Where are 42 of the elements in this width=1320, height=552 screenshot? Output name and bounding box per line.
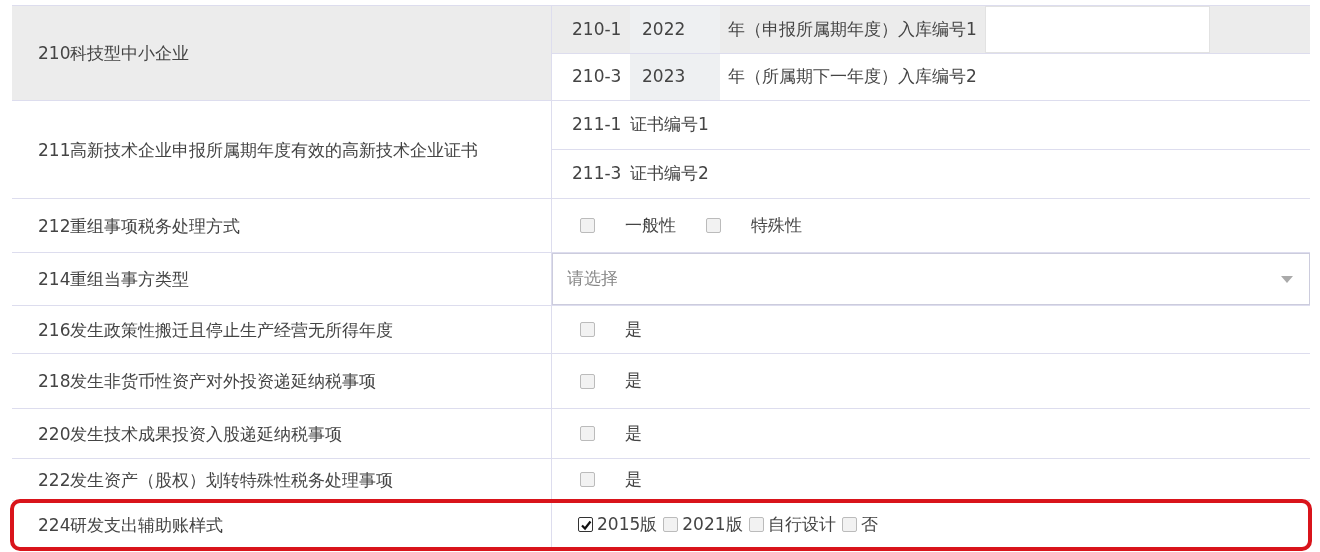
checkbox[interactable] <box>578 517 593 532</box>
checkbox[interactable] <box>580 322 595 337</box>
year-field[interactable]: 2022 <box>630 6 720 53</box>
row-label: 224研发支出辅助账样式 <box>37 513 225 537</box>
item-label: 证书编号2 <box>630 162 709 186</box>
row-label: 222发生资产（股权）划转特殊性税务处理事项 <box>37 468 395 492</box>
item-code: 211-1 <box>572 113 623 137</box>
option-label: 一般性 <box>625 213 676 237</box>
row-label: 212重组事项税务处理方式 <box>37 214 242 238</box>
row-label: 216发生政策性搬迁且停止生产经营无所得年度 <box>37 318 395 342</box>
row-label: 210科技型中小企业 <box>37 42 191 65</box>
checkbox[interactable] <box>841 517 857 532</box>
item-label: 年（申报所属期年度）入库编号1 <box>728 17 977 41</box>
checkbox[interactable] <box>580 373 595 389</box>
option-label: 2015版 <box>597 512 658 536</box>
select-field[interactable]: 请选择 <box>552 253 1310 305</box>
option-label: 是 <box>625 317 642 341</box>
item-label: 年（所属期下一年度）入库编号2 <box>728 65 977 88</box>
item-code: 210-3 <box>572 65 623 88</box>
option-label: 特殊性 <box>751 213 802 237</box>
option-label: 是 <box>625 467 642 491</box>
option-label: 2021版 <box>682 512 743 536</box>
row-label: 214重组当事方类型 <box>37 268 191 291</box>
option-label: 自行设计 <box>767 512 836 536</box>
input-field[interactable] <box>984 6 1210 53</box>
row-label: 218发生非货币性资产对外投资递延纳税事项 <box>37 370 378 393</box>
row-label: 211高新技术企业申报所属期年度有效的高新技术企业证书 <box>37 138 480 162</box>
checkbox[interactable] <box>663 517 679 532</box>
checkbox[interactable] <box>580 472 595 487</box>
checkbox[interactable] <box>580 426 595 441</box>
checkbox[interactable] <box>580 218 595 233</box>
option-label: 否 <box>860 512 878 536</box>
option-label: 是 <box>625 369 642 393</box>
caret-icon <box>1281 275 1293 283</box>
item-label: 证书编号1 <box>630 113 709 137</box>
option-label: 是 <box>625 421 642 445</box>
item-code: 210-1 <box>572 17 623 41</box>
checkbox[interactable] <box>748 517 764 532</box>
row-label: 220发生技术成果投资入股递延纳税事项 <box>37 422 344 446</box>
checkbox[interactable] <box>706 218 721 233</box>
item-code: 211-3 <box>572 162 623 186</box>
year-field[interactable]: 2023 <box>630 53 720 100</box>
